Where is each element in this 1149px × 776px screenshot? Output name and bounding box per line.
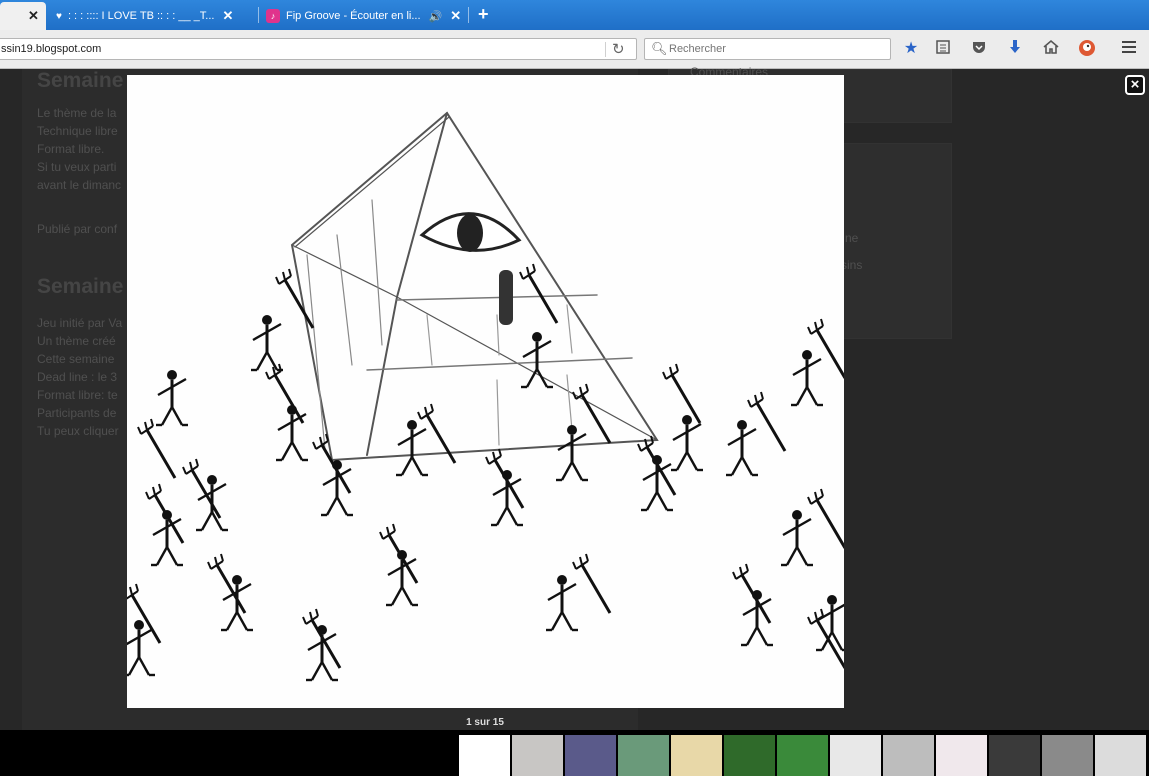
duckduckgo-icon[interactable]: [1077, 39, 1097, 59]
post-line: Si tu veux parti: [37, 160, 117, 174]
post-line: Cette semaine: [37, 352, 115, 366]
post-line: Participants de: [37, 406, 117, 420]
tab-bar: ✕ ♥ : : : :::: I LOVE TB :: : : __ _T...…: [0, 0, 1149, 30]
reload-icon[interactable]: ↻: [612, 40, 625, 58]
thumbnail-8[interactable]: [830, 735, 881, 776]
pocket-icon[interactable]: [969, 39, 989, 59]
search-box[interactable]: 🔍︎: [644, 38, 891, 60]
home-icon[interactable]: [1041, 39, 1061, 59]
thumbnail-12[interactable]: [1042, 735, 1093, 776]
new-tab-icon[interactable]: +: [478, 4, 489, 25]
thumbnail-11[interactable]: [989, 735, 1040, 776]
pyramid-eye-drawing: [121, 111, 850, 682]
tab-label: Fip Groove - Écouter en li...: [286, 10, 421, 22]
url-bar[interactable]: ssin19.blogspot.com ↻: [0, 38, 637, 60]
sidebar-link[interactable]: ne: [845, 229, 858, 247]
url-text[interactable]: ssin19.blogspot.com: [1, 43, 101, 55]
thumbnail-1[interactable]: [459, 735, 510, 776]
lightbox-close-button[interactable]: ×: [1125, 75, 1145, 95]
thumbnail-2[interactable]: [512, 735, 563, 776]
bookmarks-list-icon[interactable]: [933, 39, 953, 59]
thumbnail-4[interactable]: [618, 735, 669, 776]
post-line: Dead line : le 3: [37, 370, 118, 384]
post-line: Un thème créé: [37, 334, 116, 348]
download-icon[interactable]: [1005, 39, 1025, 59]
close-tab-icon[interactable]: ✕: [450, 8, 461, 24]
tab-label: : : : :::: I LOVE TB :: : : __ _T...: [67, 10, 215, 22]
post-line: Format libre.: [37, 142, 105, 156]
post-line: Format libre: te: [37, 388, 118, 402]
post-line: Jeu initié par Va: [37, 316, 123, 330]
tab-i-love-tb[interactable]: ♥ : : : :::: I LOVE TB :: : : __ _T... ✕: [56, 2, 256, 30]
thumbnail-6[interactable]: [724, 735, 775, 776]
thumbnail-3[interactable]: [565, 735, 616, 776]
tab-fip-groove[interactable]: ♪ Fip Groove - Écouter en li... 🔊 ✕: [266, 2, 466, 30]
post-line: Technique libre: [37, 124, 118, 138]
search-input[interactable]: [669, 41, 879, 57]
thumbnail-5[interactable]: [671, 735, 722, 776]
tab-current[interactable]: ✕: [0, 2, 46, 30]
post-line: Le thème de la: [37, 106, 117, 120]
bookmark-star-icon[interactable]: ★: [901, 39, 921, 59]
thumbnail-7[interactable]: [777, 735, 828, 776]
thumbnail-10[interactable]: [936, 735, 987, 776]
close-tab-icon[interactable]: ✕: [222, 8, 233, 24]
post-line: Tu peux cliquer: [37, 424, 119, 438]
nav-bar: ssin19.blogspot.com ↻ 🔍︎ ★: [0, 30, 1149, 69]
lightbox-image[interactable]: [121, 75, 850, 708]
post-title[interactable]: Semaine: [37, 275, 123, 299]
close-tab-icon[interactable]: ✕: [28, 8, 39, 24]
post-line: avant le dimanc: [37, 178, 122, 192]
speaker-icon[interactable]: 🔊: [429, 10, 443, 23]
heart-icon: ♥: [56, 10, 62, 22]
thumbnail-13[interactable]: [1095, 735, 1146, 776]
search-icon: 🔍︎: [651, 41, 668, 56]
post-title[interactable]: Semaine: [37, 69, 123, 93]
fip-icon: ♪: [266, 9, 280, 23]
menu-icon[interactable]: [1119, 39, 1139, 59]
image-counter: 1 sur 15: [466, 717, 504, 728]
thumbnail-9[interactable]: [883, 735, 934, 776]
post-footer[interactable]: Publié par conf: [37, 220, 117, 238]
